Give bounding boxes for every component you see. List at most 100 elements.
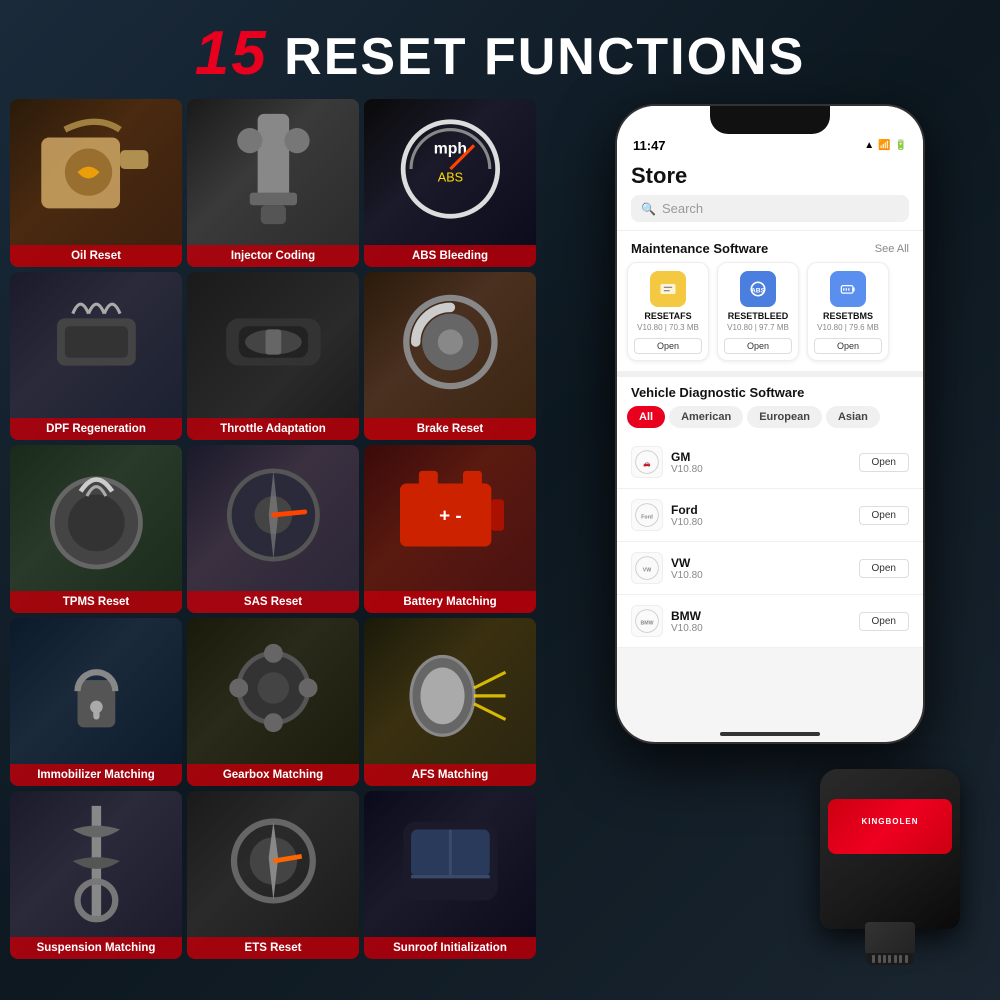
pin-3: [883, 955, 886, 963]
dpf-regeneration-icon: [10, 272, 182, 412]
software-card-resetbleed[interactable]: ABS RESETBLEED V10.80 | 97.7 MB Open: [717, 262, 799, 361]
signal-icon: 📶: [878, 140, 890, 151]
device-connector: [865, 922, 915, 957]
suspension-matching-label: Suspension Matching: [10, 937, 182, 959]
svg-text:ABS: ABS: [437, 171, 462, 185]
filter-american[interactable]: American: [669, 406, 743, 428]
resetbleed-version: V10.80 | 97.7 MB: [724, 323, 792, 332]
resetafs-open-btn[interactable]: Open: [634, 338, 702, 354]
afs-matching-icon: [364, 618, 536, 758]
dpf-regeneration-label: DPF Regeneration: [10, 418, 182, 440]
resetafs-icon: [650, 271, 686, 307]
svg-text:VW: VW: [643, 568, 652, 574]
ets-reset-icon: [187, 791, 359, 931]
resetafs-name: RESETAFS: [634, 311, 702, 321]
vehicle-logo-3: VW: [631, 552, 663, 584]
svg-text:ABS: ABS: [751, 287, 766, 294]
app-header: Store 🔍 Search: [617, 157, 923, 231]
vehicle-open-1[interactable]: Open: [859, 453, 909, 472]
svg-text:+ -: + -: [439, 505, 462, 526]
vehicle-info-4: BMW BMW V10.80: [631, 605, 703, 637]
vehicle-info-2: Ford Ford V10.80: [631, 499, 703, 531]
vehicle-logo-2: Ford: [631, 499, 663, 531]
vehicle-row-1: 🚗 GM V10.80 Open: [617, 436, 923, 489]
software-cards: RESETAFS V10.80 | 70.3 MB Open ABS RESET…: [617, 262, 923, 371]
filter-all[interactable]: All: [627, 406, 665, 428]
resetbms-name: RESETBMS: [814, 311, 882, 321]
software-card-resetbms[interactable]: RESETBMS V10.80 | 79.6 MB Open: [807, 262, 889, 361]
wifi-icon: ▲: [864, 140, 874, 151]
sunroof-initialization-icon: [364, 791, 536, 931]
grid-item-sas-reset[interactable]: SAS Reset: [187, 445, 359, 613]
gearbox-matching-label: Gearbox Matching: [187, 764, 359, 786]
oil-reset-label: Oil Reset: [10, 245, 182, 267]
software-card-resetafs[interactable]: RESETAFS V10.80 | 70.3 MB Open: [627, 262, 709, 361]
grid-item-abs-bleeding[interactable]: mphABS ABS Bleeding: [364, 99, 536, 267]
grid-item-oil-reset[interactable]: Oil Reset: [10, 99, 182, 267]
grid-item-dpf-regeneration[interactable]: DPF Regeneration: [10, 272, 182, 440]
vehicle-open-3[interactable]: Open: [859, 559, 909, 578]
resetafs-version: V10.80 | 70.3 MB: [634, 323, 702, 332]
phone-section: 11:47 ▲ 📶 🔋 Store 🔍 Search: [550, 99, 990, 969]
ets-reset-label: ETS Reset: [187, 937, 359, 959]
grid-item-afs-matching[interactable]: AFS Matching: [364, 618, 536, 786]
grid-item-injector-coding[interactable]: Injector Coding: [187, 99, 359, 267]
store-title: Store: [631, 163, 909, 189]
grid-item-gearbox-matching[interactable]: Gearbox Matching: [187, 618, 359, 786]
resetbms-version: V10.80 | 79.6 MB: [814, 323, 882, 332]
maintenance-section-header: Maintenance Software See All: [617, 231, 923, 262]
device-brand-label: KINGBOLEN: [820, 817, 960, 826]
resetbleed-open-btn[interactable]: Open: [724, 338, 792, 354]
search-bar[interactable]: 🔍 Search: [631, 195, 909, 222]
filter-european[interactable]: European: [747, 406, 822, 428]
device-pins: [867, 953, 913, 965]
phone-frame: 11:47 ▲ 📶 🔋 Store 🔍 Search: [615, 104, 925, 744]
phone-home-indicator: [720, 732, 820, 736]
status-icons: ▲ 📶 🔋: [864, 140, 907, 151]
maintenance-title: Maintenance Software: [631, 241, 768, 256]
vehicle-row-2: Ford Ford V10.80 Open: [617, 489, 923, 542]
grid-item-tpms-reset[interactable]: TPMS Reset: [10, 445, 182, 613]
svg-text:🚗: 🚗: [643, 461, 651, 468]
tpms-reset-icon: [10, 445, 182, 585]
grid-item-ets-reset[interactable]: ETS Reset: [187, 791, 359, 959]
vehicle-name-2: Ford V10.80: [671, 503, 703, 528]
gearbox-matching-icon: [187, 618, 359, 758]
resetbleed-name: RESETBLEED: [724, 311, 792, 321]
vehicle-open-4[interactable]: Open: [859, 612, 909, 631]
immobilizer-matching-icon: [10, 618, 182, 758]
see-all-link[interactable]: See All: [875, 243, 909, 255]
abs-bleeding-icon: mphABS: [364, 99, 536, 239]
abs-bleeding-label: ABS Bleeding: [364, 245, 536, 267]
sas-reset-icon: [187, 445, 359, 585]
search-icon: 🔍: [641, 202, 656, 216]
pin-5: [894, 955, 897, 963]
phone-notch: [710, 106, 830, 134]
immobilizer-matching-label: Immobilizer Matching: [10, 764, 182, 786]
grid-item-immobilizer-matching[interactable]: Immobilizer Matching: [10, 618, 182, 786]
grid-item-battery-matching[interactable]: + -Battery Matching: [364, 445, 536, 613]
grid-item-throttle-adaptation[interactable]: Throttle Adaptation: [187, 272, 359, 440]
phone-wrapper: 11:47 ▲ 📶 🔋 Store 🔍 Search: [615, 104, 925, 744]
vehicle-open-2[interactable]: Open: [859, 506, 909, 525]
pin-4: [888, 955, 891, 963]
status-time: 11:47: [633, 138, 666, 153]
filter-tabs: All American European Asian: [617, 406, 923, 436]
grid-item-brake-reset[interactable]: Brake Reset: [364, 272, 536, 440]
functions-grid: Oil ResetInjector CodingmphABS ABS Bleedi…: [10, 99, 536, 969]
grid-item-suspension-matching[interactable]: Suspension Matching: [10, 791, 182, 959]
search-placeholder-text: Search: [662, 201, 703, 216]
vehicle-row-4: BMW BMW V10.80 Open: [617, 595, 923, 648]
vehicle-logo-4: BMW: [631, 605, 663, 637]
injector-coding-icon: [187, 99, 359, 239]
page-header: 15 RESET FUNCTIONS: [0, 0, 1000, 99]
grid-item-sunroof-initialization[interactable]: Sunroof Initialization: [364, 791, 536, 959]
vehicle-row-3: VW VW V10.80 Open: [617, 542, 923, 595]
filter-asian[interactable]: Asian: [826, 406, 880, 428]
resetbms-open-btn[interactable]: Open: [814, 338, 882, 354]
main-title: 15 RESET FUNCTIONS: [0, 18, 1000, 89]
tpms-reset-label: TPMS Reset: [10, 591, 182, 613]
device-body: KINGBOLEN: [820, 769, 960, 929]
brake-reset-label: Brake Reset: [364, 418, 536, 440]
oil-reset-icon: [10, 99, 182, 239]
